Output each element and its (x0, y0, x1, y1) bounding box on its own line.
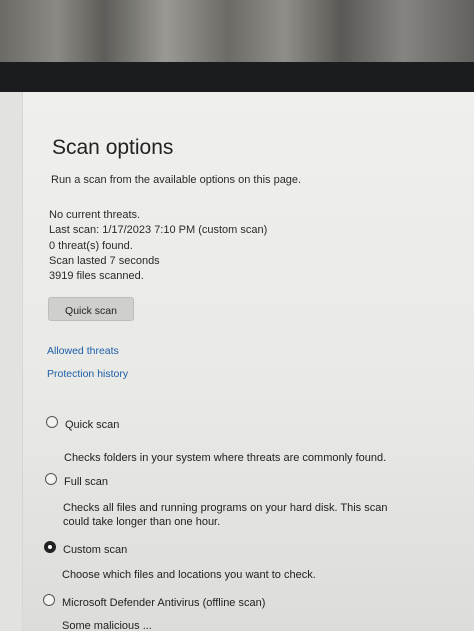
custom-scan-option-label[interactable]: Custom scan (63, 544, 127, 556)
offline-scan-radio[interactable] (43, 594, 55, 606)
quick-scan-button[interactable]: Quick scan (48, 297, 134, 321)
scan-duration: Scan lasted 7 seconds (49, 254, 160, 267)
quick-scan-radio[interactable] (46, 416, 58, 428)
page-subtitle: Run a scan from the available options on… (51, 174, 302, 186)
screen: Scan options Run a scan from the availab… (0, 92, 474, 631)
threat-status: No current threats. (49, 209, 141, 221)
page-title: Scan options (52, 136, 174, 159)
scan-options-page: Scan options Run a scan from the availab… (0, 92, 474, 631)
scan-status: No current threats. Last scan: 1/17/2023… (49, 208, 267, 284)
custom-scan-radio[interactable] (44, 541, 56, 553)
offline-scan-option-label[interactable]: Microsoft Defender Antivirus (offline sc… (62, 597, 265, 609)
background-curtain (0, 0, 474, 70)
custom-scan-description: Choose which files and locations you wan… (62, 569, 316, 581)
full-scan-description: Checks all files and running programs on… (63, 502, 388, 528)
quick-scan-option-label[interactable]: Quick scan (65, 419, 119, 431)
files-scanned: 3919 files scanned. (49, 270, 144, 283)
full-scan-radio[interactable] (45, 473, 57, 485)
last-scan-info: Last scan: 1/17/2023 7:10 PM (custom sca… (49, 224, 268, 237)
offline-scan-description: Some malicious ... (62, 620, 152, 631)
full-scan-option-label[interactable]: Full scan (64, 476, 108, 488)
protection-history-link[interactable]: Protection history (47, 368, 128, 380)
quick-scan-description: Checks folders in your system where thre… (64, 452, 387, 464)
threats-found: 0 threat(s) found. (49, 239, 133, 252)
allowed-threats-link[interactable]: Allowed threats (47, 345, 119, 357)
monitor-bezel (0, 62, 474, 92)
